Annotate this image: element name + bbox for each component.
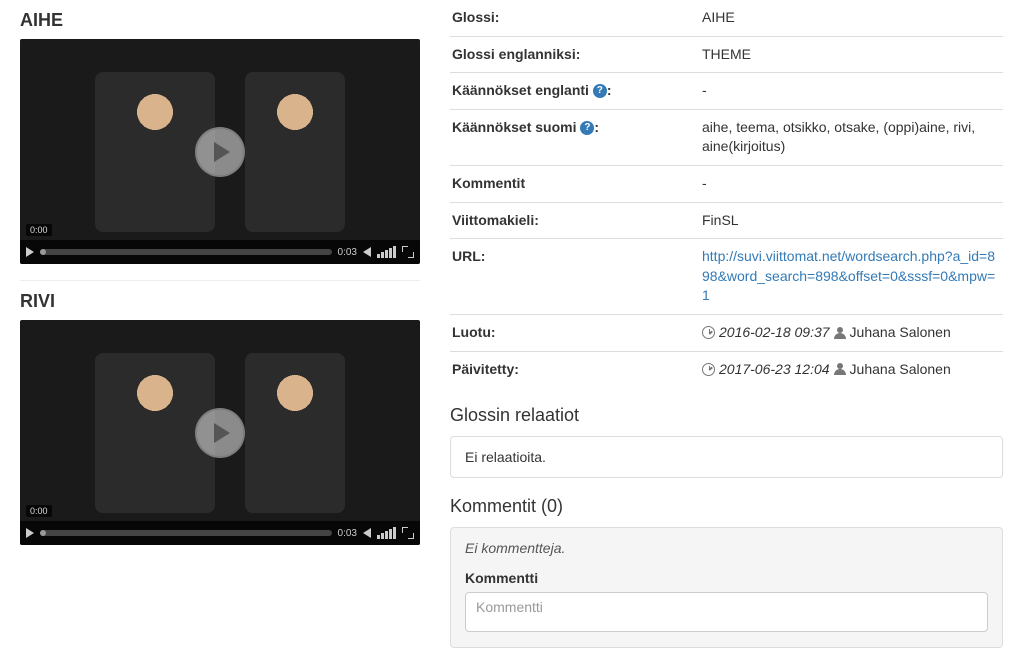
play-icon[interactable] — [26, 247, 34, 257]
glossi-value: AIHE — [700, 0, 1003, 36]
play-icon[interactable] — [26, 528, 34, 538]
video-player-aihe[interactable]: 0:00 0:03 — [20, 39, 420, 264]
video-controls: 0:03 — [20, 240, 420, 264]
updated-label: Päivitetty: — [450, 351, 700, 387]
time-badge: 0:00 — [26, 224, 52, 236]
video-title-aihe: AIHE — [20, 10, 420, 31]
help-icon[interactable]: ? — [593, 84, 607, 98]
trans-fi-label: Käännökset suomi ?: — [450, 109, 700, 165]
trans-fi-value: aihe, teema, otsikko, otsake, (oppi)aine… — [700, 109, 1003, 165]
signlang-label: Viittomakieli: — [450, 202, 700, 239]
created-label: Luotu: — [450, 314, 700, 351]
volume-icon[interactable] — [363, 247, 371, 257]
glossi-label: Glossi: — [450, 0, 700, 36]
comments-title: Kommentit (0) — [450, 496, 1003, 517]
details-column: Glossi: AIHE Glossi englanniksi: THEME K… — [440, 0, 1003, 648]
help-icon[interactable]: ? — [580, 121, 594, 135]
comments-value: - — [700, 165, 1003, 202]
glossi-en-label: Glossi englanniksi: — [450, 36, 700, 73]
created-by: Juhana Salonen — [850, 323, 951, 343]
video-controls: 0:03 — [20, 521, 420, 545]
play-button[interactable] — [195, 408, 245, 458]
time-badge: 0:00 — [26, 505, 52, 517]
relations-empty: Ei relaatioita. — [465, 449, 546, 465]
updated-time: 2017-06-23 12:04 — [719, 360, 830, 380]
comment-form: Kommentti — [465, 570, 988, 635]
user-icon — [834, 363, 846, 375]
trans-en-value: - — [700, 73, 1003, 110]
comments-empty: Ei kommentteja. — [465, 540, 565, 556]
created-meta: 2016-02-18 09:37 Juhana Salonen — [702, 323, 997, 343]
user-icon — [834, 327, 846, 339]
info-table: Glossi: AIHE Glossi englanniksi: THEME K… — [450, 0, 1003, 387]
duration-label: 0:03 — [338, 247, 357, 258]
video-title-rivi: RIVI — [20, 291, 420, 312]
duration-label: 0:03 — [338, 528, 357, 539]
progress-bar[interactable] — [40, 530, 332, 536]
glossi-en-value: THEME — [700, 36, 1003, 73]
updated-meta: 2017-06-23 12:04 Juhana Salonen — [702, 360, 997, 380]
play-button[interactable] — [195, 127, 245, 177]
relations-panel: Ei relaatioita. — [450, 436, 1003, 478]
progress-bar[interactable] — [40, 249, 332, 255]
volume-bars[interactable] — [377, 246, 396, 258]
clock-icon — [702, 363, 715, 376]
clock-icon — [702, 326, 715, 339]
signer-side — [245, 353, 345, 513]
updated-by: Juhana Salonen — [850, 360, 951, 380]
relations-title: Glossin relaatiot — [450, 405, 1003, 426]
video-player-rivi[interactable]: 0:00 0:03 — [20, 320, 420, 545]
comments-label: Kommentit — [450, 165, 700, 202]
trans-en-label: Käännökset englanti ?: — [450, 73, 700, 110]
divider — [20, 280, 420, 281]
signlang-value: FinSL — [700, 202, 1003, 239]
comments-panel: Ei kommentteja. Kommentti — [450, 527, 1003, 648]
volume-bars[interactable] — [377, 527, 396, 539]
url-link[interactable]: http://suvi.viittomat.net/wordsearch.php… — [702, 248, 995, 303]
created-time: 2016-02-18 09:37 — [719, 323, 830, 343]
video-column: AIHE 0:00 0:03 RIVI — [20, 0, 440, 648]
fullscreen-icon[interactable] — [402, 246, 414, 258]
comment-label: Kommentti — [465, 570, 988, 586]
video-block-aihe: AIHE 0:00 0:03 — [20, 10, 420, 264]
fullscreen-icon[interactable] — [402, 527, 414, 539]
video-block-rivi: RIVI 0:00 0:03 — [20, 291, 420, 545]
signer-side — [245, 72, 345, 232]
comment-input[interactable] — [465, 592, 988, 632]
url-label: URL: — [450, 239, 700, 315]
volume-icon[interactable] — [363, 528, 371, 538]
